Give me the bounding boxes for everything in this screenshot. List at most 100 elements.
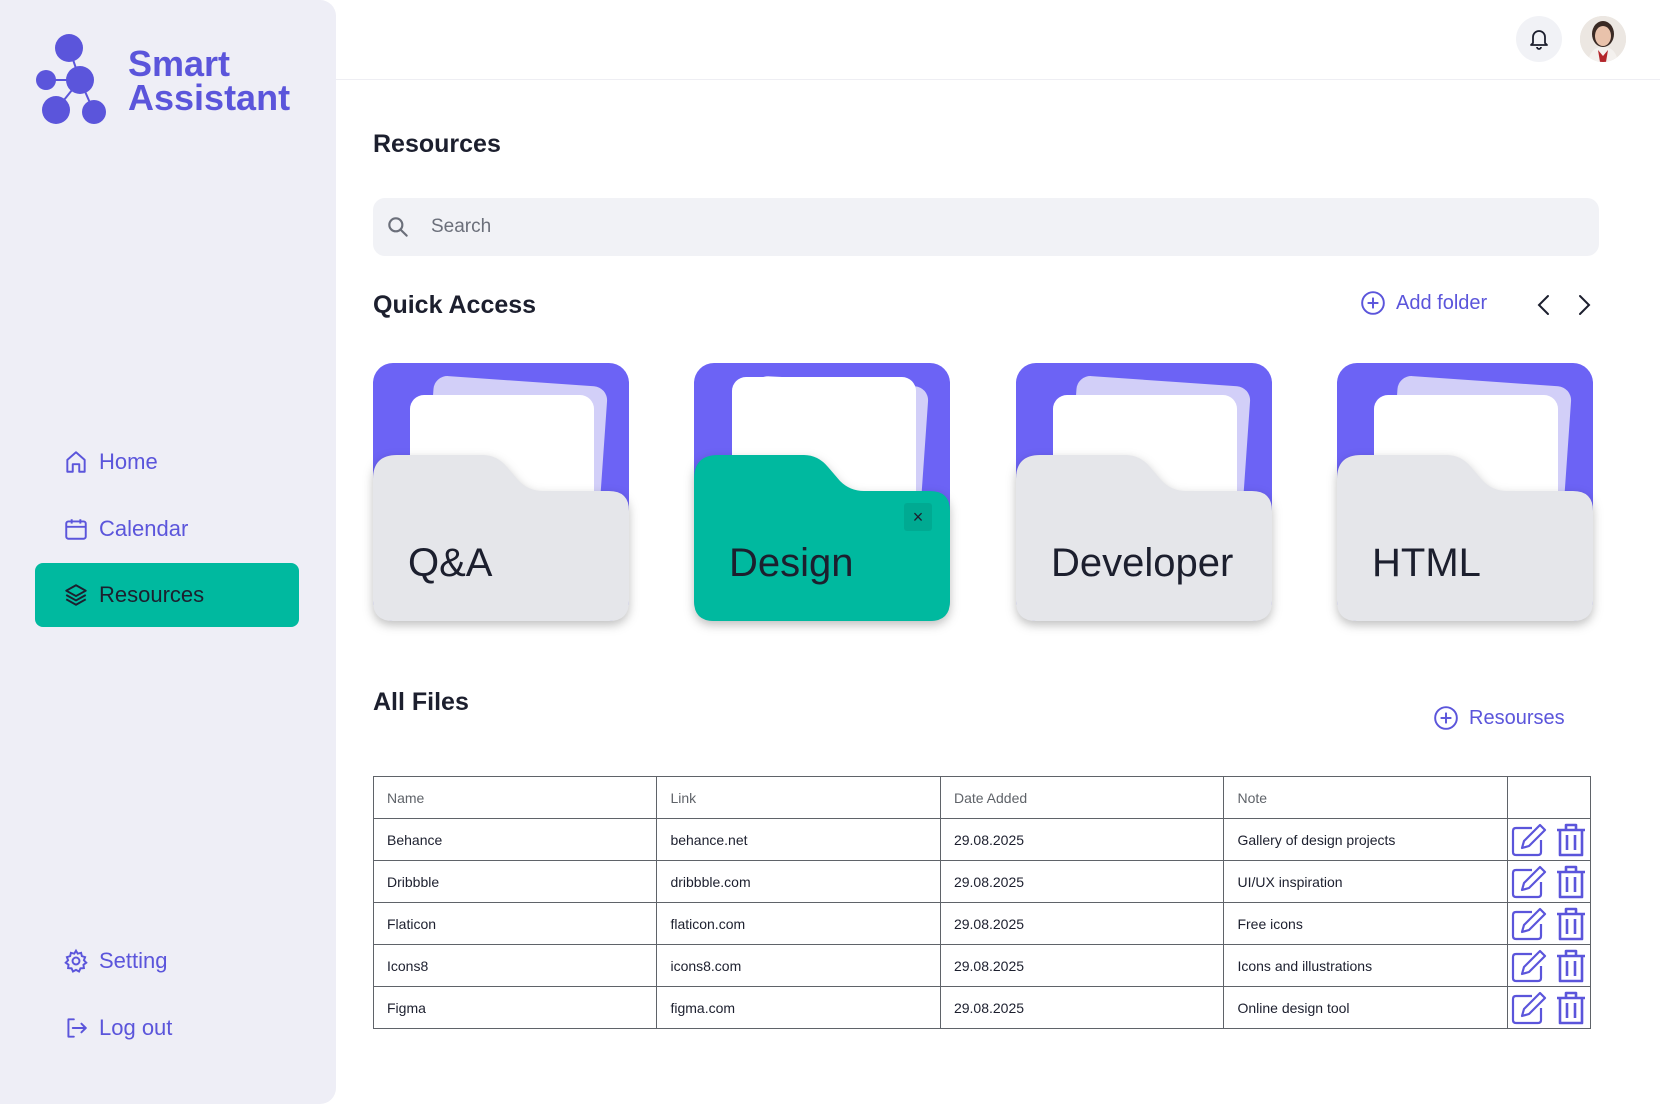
column-header-link: Link — [656, 776, 941, 819]
cell-date: 29.08.2025 — [939, 944, 1225, 987]
edit-icon[interactable] — [1510, 948, 1548, 984]
app-name-line2: Assistant — [128, 77, 291, 118]
quick-access-title: Quick Access — [373, 291, 537, 319]
folder-card-html[interactable]: HTML — [1337, 363, 1593, 621]
sidebar-item-label: Log out — [99, 1015, 173, 1040]
add-folder-button[interactable]: Add folder — [1360, 290, 1487, 316]
add-resource-button[interactable]: Resourses — [1433, 705, 1565, 731]
folder-label: Design — [729, 541, 854, 585]
cell-note: Icons and illustrations — [1223, 944, 1508, 987]
folder-icon — [373, 455, 629, 621]
add-folder-label: Add folder — [1396, 291, 1488, 314]
chevron-left-icon[interactable] — [1532, 292, 1556, 318]
trash-icon[interactable] — [1552, 948, 1590, 984]
cell-date: 29.08.2025 — [939, 986, 1225, 1029]
search-bar[interactable] — [373, 198, 1599, 256]
layers-icon — [65, 584, 87, 606]
folder-card-design[interactable]: × Design — [694, 363, 950, 621]
search-icon — [388, 217, 408, 237]
bell-icon — [1530, 30, 1548, 50]
trash-icon[interactable] — [1552, 906, 1590, 942]
plus-circle-icon — [1434, 706, 1458, 730]
cell-actions — [1506, 944, 1592, 987]
sidebar-item-label: Resources — [99, 582, 205, 607]
row-actions — [1508, 990, 1590, 1026]
cell-actions — [1506, 902, 1592, 945]
cell-link[interactable]: icons8.com — [656, 944, 941, 987]
app-name-line1: Smart — [128, 43, 231, 84]
sidebar-item-calendar[interactable]: Calendar — [35, 497, 299, 561]
sidebar-item-logout[interactable]: Log out — [35, 996, 299, 1060]
cell-name: Flaticon — [372, 902, 658, 945]
row-actions — [1508, 948, 1590, 984]
cell-actions — [1506, 860, 1592, 903]
top-bar — [336, 0, 1660, 80]
home-icon — [66, 451, 86, 473]
cell-link[interactable]: behance.net — [656, 818, 941, 861]
edit-icon[interactable] — [1510, 864, 1548, 900]
folder-label: Q&A — [408, 541, 493, 585]
sidebar: Smart Assistant Home Calendar Resources … — [0, 0, 336, 1104]
cell-date: 29.08.2025 — [939, 818, 1225, 861]
cell-note: Gallery of design projects — [1223, 818, 1508, 861]
logo-mark-icon — [36, 34, 106, 124]
column-header-name: Name — [372, 776, 658, 819]
cell-name: Behance — [372, 818, 658, 861]
app-name: Smart Assistant — [128, 43, 291, 118]
add-resource-label: Resourses — [1469, 706, 1565, 729]
cell-date: 29.08.2025 — [939, 860, 1225, 903]
cell-name: Dribbble — [372, 860, 658, 903]
edit-icon[interactable] — [1510, 906, 1548, 942]
avatar-image — [1580, 16, 1626, 62]
table-row: Dribbble dribbble.com 29.08.2025 UI/UX i… — [372, 860, 1592, 903]
user-avatar[interactable] — [1580, 16, 1626, 62]
trash-icon[interactable] — [1552, 990, 1590, 1026]
close-icon: × — [912, 506, 924, 527]
cell-name: Figma — [372, 986, 658, 1029]
edit-icon[interactable] — [1510, 990, 1548, 1026]
cell-name: Icons8 — [372, 944, 658, 987]
folder-label: Developer — [1051, 541, 1234, 585]
folder-icon — [1016, 455, 1272, 621]
cell-link[interactable]: figma.com — [656, 986, 941, 1029]
sidebar-item-resources[interactable]: Resources — [35, 563, 299, 627]
page-title: Resources — [373, 130, 501, 158]
folder-icon — [694, 455, 950, 621]
folder-card-developer[interactable]: Developer — [1016, 363, 1272, 621]
column-header-date: Date Added — [939, 776, 1225, 819]
files-table: Name Link Date Added Note Behance behanc… — [372, 776, 1592, 1029]
trash-icon[interactable] — [1552, 864, 1590, 900]
logout-icon — [67, 1018, 87, 1038]
calendar-icon — [65, 519, 87, 540]
table-header-row: Name Link Date Added Note — [372, 776, 1592, 819]
sidebar-item-setting[interactable]: Setting — [35, 929, 299, 993]
row-actions — [1508, 906, 1590, 942]
folder-card-qa[interactable]: Q&A — [373, 363, 629, 621]
sidebar-item-label: Calendar — [99, 516, 189, 541]
remove-folder-button[interactable]: × — [904, 503, 932, 531]
sidebar-item-label: Home — [99, 449, 158, 474]
chevron-right-icon[interactable] — [1572, 292, 1596, 318]
table-row: Icons8 icons8.com 29.08.2025 Icons and i… — [372, 944, 1592, 987]
column-header-actions — [1506, 776, 1592, 819]
cell-link[interactable]: flaticon.com — [656, 902, 941, 945]
cell-actions — [1506, 818, 1592, 861]
edit-icon[interactable] — [1510, 822, 1548, 858]
cell-link[interactable]: dribbble.com — [656, 860, 941, 903]
plus-circle-icon — [1361, 291, 1385, 315]
table-row: Behance behance.net 29.08.2025 Gallery o… — [372, 818, 1592, 861]
cell-date: 29.08.2025 — [939, 902, 1225, 945]
notifications-button[interactable] — [1516, 16, 1562, 62]
column-header-note: Note — [1223, 776, 1508, 819]
row-actions — [1508, 864, 1590, 900]
sidebar-item-label: Setting — [99, 948, 168, 973]
search-input[interactable] — [431, 216, 1531, 238]
cell-note: UI/UX inspiration — [1223, 860, 1508, 903]
sidebar-item-home[interactable]: Home — [35, 430, 299, 494]
trash-icon[interactable] — [1552, 822, 1590, 858]
folder-label: HTML — [1372, 541, 1481, 585]
cell-note: Online design tool — [1223, 986, 1508, 1029]
all-files-title: All Files — [373, 688, 469, 716]
folder-icon — [1337, 455, 1593, 621]
app-logo[interactable]: Smart Assistant — [34, 32, 290, 130]
